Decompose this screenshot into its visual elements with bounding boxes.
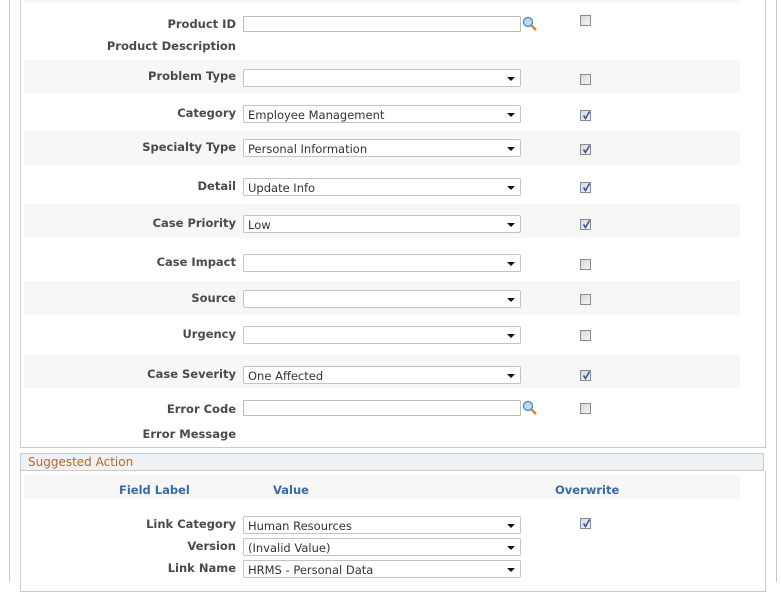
row-source: Source	[24, 281, 740, 315]
specialty-type-overwrite-checkbox[interactable]	[580, 144, 591, 155]
product-id-label: Product ID	[167, 17, 236, 31]
link-category-select[interactable]: Human Resources	[243, 516, 521, 534]
row-detail: Detail Update Info	[24, 168, 740, 204]
link-name-select[interactable]: HRMS - Personal Data	[243, 560, 521, 578]
magnifier-lookup-icon[interactable]	[522, 16, 538, 32]
row-specialty-type: Specialty Type Personal Information	[24, 131, 740, 165]
magnifier-lookup-icon[interactable]	[522, 400, 538, 416]
specialty-type-select[interactable]: Personal Information	[243, 139, 521, 157]
case-priority-value: Low	[248, 218, 271, 232]
chevron-down-icon	[507, 334, 515, 338]
problem-type-overwrite-checkbox[interactable]	[580, 74, 591, 85]
row-case-severity: Case Severity One Affected	[24, 354, 740, 388]
case-severity-value: One Affected	[248, 369, 324, 383]
column-field-label: Field Label	[119, 483, 190, 497]
column-overwrite: Overwrite	[555, 483, 620, 497]
row-product-id: Product ID Product Description	[24, 10, 740, 58]
category-overwrite-checkbox[interactable]	[580, 110, 591, 121]
chevron-down-icon	[507, 113, 515, 117]
chevron-down-icon	[507, 77, 515, 81]
row-case-priority: Case Priority Low	[24, 204, 740, 238]
row-urgency: Urgency	[24, 317, 740, 353]
problem-type-select[interactable]	[243, 69, 521, 87]
row-link-name: Link Name HRMS - Personal Data	[24, 558, 740, 580]
specialty-type-label: Specialty Type	[142, 140, 236, 154]
case-severity-overwrite-checkbox[interactable]	[580, 370, 591, 381]
frame-right-border	[776, 0, 777, 582]
checkmark-icon	[582, 371, 591, 381]
chevron-down-icon	[507, 147, 515, 151]
chevron-down-icon	[507, 262, 515, 266]
row-case-impact: Case Impact	[24, 241, 740, 279]
problem-type-label: Problem Type	[148, 69, 236, 83]
category-value: Employee Management	[248, 108, 385, 122]
checkmark-icon	[582, 111, 591, 121]
chevron-down-icon	[507, 223, 515, 227]
checkmark-icon	[582, 519, 591, 529]
version-value: (Invalid Value)	[248, 541, 331, 555]
category-label: Category	[177, 106, 236, 120]
detail-overwrite-checkbox[interactable]	[580, 182, 591, 193]
error-code-label: Error Code	[166, 402, 236, 416]
row-category: Category Employee Management	[24, 96, 740, 130]
product-id-input[interactable]	[243, 16, 521, 32]
chevron-down-icon	[507, 568, 515, 572]
case-priority-overwrite-checkbox[interactable]	[580, 219, 591, 230]
version-label: Version	[187, 539, 236, 553]
checkmark-icon	[582, 220, 591, 230]
row-error-code: Error Code Error Message	[24, 392, 740, 442]
specialty-type-value: Personal Information	[248, 142, 368, 156]
suggested-action-column-header: Field Label Value Overwrite	[24, 475, 740, 499]
link-category-label: Link Category	[146, 517, 236, 531]
row-link-category: Link Category Human Resources	[24, 513, 740, 535]
source-overwrite-checkbox[interactable]	[580, 294, 591, 305]
detail-select[interactable]: Update Info	[243, 178, 521, 196]
chevron-down-icon	[507, 374, 515, 378]
error-code-input[interactable]	[243, 400, 521, 416]
category-select[interactable]: Employee Management	[243, 105, 521, 123]
case-details-panel: Product ID Product Description Problem T…	[20, 0, 766, 448]
case-impact-label: Case Impact	[156, 255, 236, 269]
urgency-overwrite-checkbox[interactable]	[580, 330, 591, 341]
urgency-select[interactable]	[243, 326, 521, 344]
source-select[interactable]	[243, 290, 521, 308]
urgency-label: Urgency	[182, 327, 236, 341]
link-category-value: Human Resources	[248, 519, 352, 533]
chevron-down-icon	[507, 186, 515, 190]
checkmark-icon	[582, 183, 591, 193]
product-id-overwrite-checkbox[interactable]	[580, 15, 591, 26]
chevron-down-icon	[507, 546, 515, 550]
checkmark-icon	[582, 145, 591, 155]
chevron-down-icon	[507, 524, 515, 528]
link-name-label: Link Name	[167, 561, 236, 575]
row-problem-type: Problem Type	[24, 60, 740, 93]
link-category-overwrite-checkbox[interactable]	[580, 518, 591, 529]
case-severity-label: Case Severity	[147, 367, 236, 381]
product-description-label: Product Description	[106, 39, 236, 53]
frame-left-border	[9, 0, 10, 582]
suggested-action-header: Suggested Action	[20, 453, 764, 471]
link-name-value: HRMS - Personal Data	[248, 563, 374, 577]
chevron-down-icon	[507, 298, 515, 302]
case-priority-select[interactable]: Low	[243, 215, 521, 233]
suggested-action-title: Suggested Action	[28, 455, 134, 469]
case-priority-label: Case Priority	[152, 216, 236, 230]
case-impact-select[interactable]	[243, 254, 521, 272]
error-code-overwrite-checkbox[interactable]	[580, 403, 591, 414]
detail-value: Update Info	[248, 181, 316, 195]
top-stripe	[24, 0, 740, 3]
row-version: Version (Invalid Value)	[24, 536, 740, 558]
version-select[interactable]: (Invalid Value)	[243, 538, 521, 556]
suggested-action-panel: Field Label Value Overwrite Link Categor…	[20, 471, 766, 592]
column-value: Value	[273, 483, 309, 497]
case-severity-select[interactable]: One Affected	[243, 366, 521, 384]
detail-label: Detail	[197, 179, 237, 193]
error-message-label: Error Message	[142, 427, 237, 441]
case-impact-overwrite-checkbox[interactable]	[580, 259, 591, 270]
source-label: Source	[191, 291, 236, 305]
